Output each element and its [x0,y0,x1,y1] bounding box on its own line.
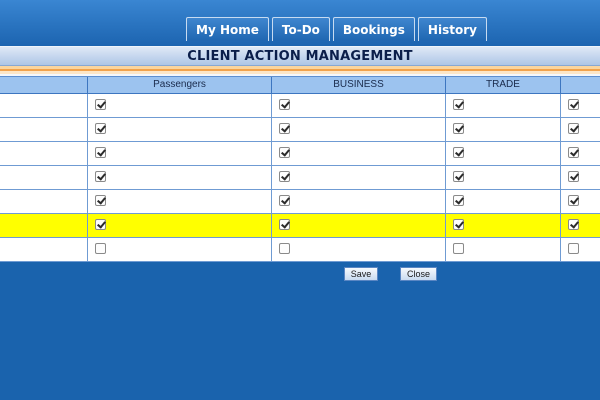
trade-checkbox[interactable] [453,147,464,158]
table-row [0,94,600,118]
cell-passengers [87,118,271,141]
table-row [0,118,600,142]
extra-checkbox[interactable] [568,171,579,182]
passengers-checkbox[interactable] [95,99,106,110]
cell-trade [445,94,560,117]
row-label [0,94,87,117]
cell-extra [560,166,600,189]
trade-checkbox[interactable] [453,123,464,134]
cell-passengers [87,142,271,165]
business-checkbox[interactable] [279,219,290,230]
column-header-label [0,77,87,93]
cell-business [271,118,445,141]
table-row [0,238,600,262]
cell-trade [445,214,560,237]
close-button[interactable]: Close [400,267,437,281]
cell-business [271,190,445,213]
title-bar: CLIENT ACTION MANAGEMENT [0,46,600,66]
table-header-row: Passengers BUSINESS TRADE [0,76,600,94]
row-label [0,238,87,261]
cell-passengers [87,238,271,261]
cell-trade [445,118,560,141]
cell-extra [560,190,600,213]
cell-passengers [87,94,271,117]
cell-trade [445,166,560,189]
cell-extra [560,238,600,261]
tab-to-do[interactable]: To-Do [271,17,330,41]
cell-extra [560,214,600,237]
table-row [0,214,600,238]
passengers-checkbox[interactable] [95,219,106,230]
page-title: CLIENT ACTION MANAGEMENT [187,49,413,64]
trade-checkbox[interactable] [453,99,464,110]
business-checkbox[interactable] [279,123,290,134]
tab-history[interactable]: History [417,17,487,41]
client-action-table: Passengers BUSINESS TRADE [0,76,600,262]
table-row [0,142,600,166]
cell-passengers [87,190,271,213]
tab-bookings[interactable]: Bookings [332,17,415,41]
trade-checkbox[interactable] [453,219,464,230]
top-bar: My Home To-Do Bookings History [0,0,600,46]
cell-business [271,238,445,261]
extra-checkbox[interactable] [568,195,579,206]
extra-checkbox[interactable] [568,147,579,158]
save-button[interactable]: Save [344,267,378,281]
business-checkbox[interactable] [279,243,290,254]
business-checkbox[interactable] [279,147,290,158]
extra-checkbox[interactable] [568,123,579,134]
business-checkbox[interactable] [279,195,290,206]
cell-extra [560,94,600,117]
row-label [0,118,87,141]
cell-business [271,94,445,117]
column-header-extra [560,77,600,93]
cell-business [271,166,445,189]
row-label [0,142,87,165]
cell-passengers [87,214,271,237]
cell-business [271,214,445,237]
trade-checkbox[interactable] [453,171,464,182]
business-checkbox[interactable] [279,99,290,110]
column-header-business: BUSINESS [271,77,445,93]
cell-passengers [87,166,271,189]
main-nav: My Home To-Do Bookings History [186,17,490,42]
passengers-checkbox[interactable] [95,195,106,206]
cell-extra [560,118,600,141]
business-checkbox[interactable] [279,171,290,182]
extra-checkbox[interactable] [568,219,579,230]
tab-my-home[interactable]: My Home [186,17,269,41]
extra-checkbox[interactable] [568,99,579,110]
row-label [0,214,87,237]
table-row [0,190,600,214]
passengers-checkbox[interactable] [95,123,106,134]
cell-trade [445,238,560,261]
cell-business [271,142,445,165]
cell-extra [560,142,600,165]
passengers-checkbox[interactable] [95,243,106,254]
passengers-checkbox[interactable] [95,147,106,158]
trade-checkbox[interactable] [453,195,464,206]
trade-checkbox[interactable] [453,243,464,254]
row-label [0,166,87,189]
extra-checkbox[interactable] [568,243,579,254]
column-header-trade: TRADE [445,77,560,93]
cell-trade [445,190,560,213]
passengers-checkbox[interactable] [95,171,106,182]
table-row [0,166,600,190]
column-header-passengers: Passengers [87,77,271,93]
cell-trade [445,142,560,165]
row-label [0,190,87,213]
